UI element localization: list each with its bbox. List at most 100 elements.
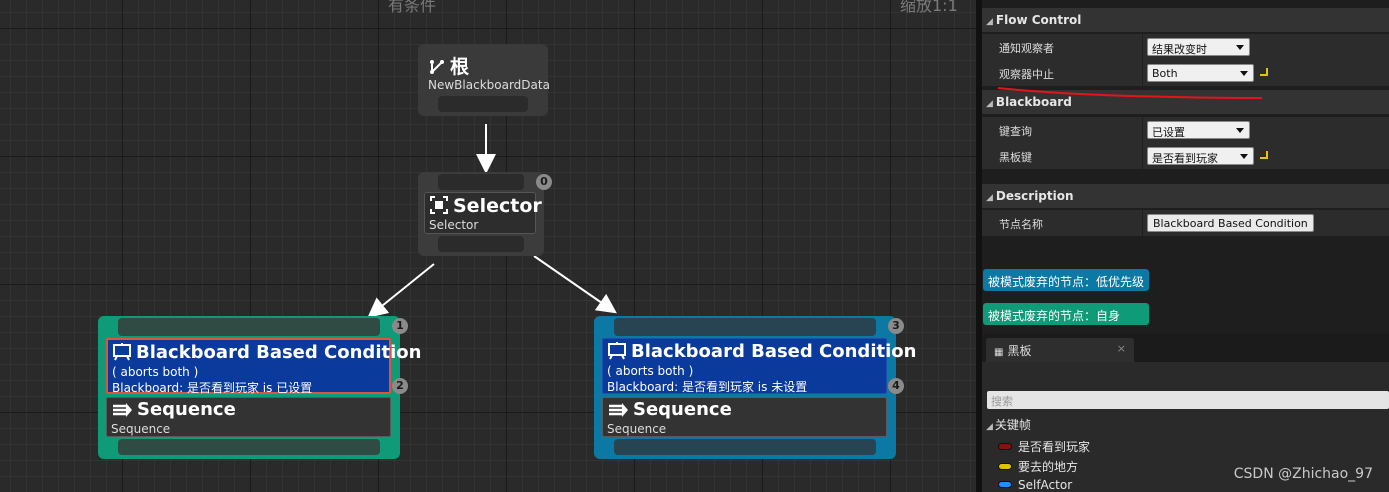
right-sequence-subtitle: Sequence (607, 422, 667, 436)
selector-input-pin[interactable] (438, 174, 524, 190)
left-output-pin[interactable] (118, 439, 380, 455)
blackboard-key-item[interactable]: 是否看到玩家 (998, 438, 1090, 455)
blackboard-icon (113, 343, 131, 361)
right-blackboard-decorator[interactable]: Blackboard Based Condition ( aborts both… (602, 338, 916, 394)
chevron-down-icon (1240, 154, 1248, 159)
left-sequence-subtitle: Sequence (111, 422, 171, 436)
flow-control-header: Flow Control (995, 13, 1082, 27)
root-node-title-wrap: 根 (428, 52, 469, 79)
blackboard-tabstrip: ▦ 黑板 × (982, 334, 1389, 362)
left-sequence-node[interactable]: Blackboard Based Condition ( aborts both… (98, 316, 421, 459)
blackboard-tab-icon: ▦ (994, 347, 1004, 358)
blackboard-search-input[interactable]: 搜索 (987, 391, 1389, 409)
right-decorator-title-wrap: Blackboard Based Condition (607, 341, 916, 362)
keys-section-header[interactable]: ◢ 关键帧 (986, 416, 1031, 433)
column-separator (1142, 60, 1143, 86)
collapse-triangle-icon: ◢ (986, 99, 993, 109)
selector-title-wrap: Selector (429, 195, 542, 217)
right-sequence-title-wrap: Sequence (607, 399, 732, 420)
wire-selector-to-right (533, 255, 617, 314)
vector-key-type-icon (998, 463, 1012, 470)
right-sequence-body: Sequence Sequence (602, 397, 887, 437)
key-query-dropdown[interactable]: 已设置 (1147, 121, 1250, 139)
chevron-down-icon (1236, 128, 1244, 133)
node-name-field[interactable]: Blackboard Based Condition (1147, 214, 1314, 232)
node-name-label: 节点名称 (999, 218, 1043, 231)
right-node-index: 3 (888, 318, 904, 334)
right-decorator-condition: Blackboard: 是否看到玩家 is 未设置 (607, 380, 808, 394)
observer-aborts-dropdown[interactable]: Both (1147, 64, 1254, 82)
root-node-title: 根 (450, 56, 470, 78)
right-sequence-title: Sequence (633, 399, 732, 420)
notify-observer-value: 结果改变时 (1152, 43, 1207, 56)
column-separator (1142, 143, 1143, 169)
blackboard-key-item[interactable]: SelfActor (998, 478, 1072, 492)
reset-to-default-icon[interactable] (1260, 151, 1268, 159)
blackboard-key-row: 黑板键 是否看到玩家 (982, 143, 1389, 169)
key-query-row: 键查询 已设置 (982, 117, 1389, 143)
left-decorator-aborts: ( aborts both ) (112, 365, 199, 379)
right-decorator-aborts: ( aborts both ) (607, 364, 694, 378)
legend-self: 被模式废弃的节点：自身 (983, 303, 1149, 325)
observer-aborts-label: 观察器中止 (999, 68, 1054, 81)
right-input-pin[interactable] (614, 318, 876, 336)
column-separator (1142, 117, 1143, 143)
legend-lower-priority: 被模式废弃的节点：低优先级 (983, 269, 1149, 291)
left-decorator-index: 2 (392, 378, 408, 394)
right-output-pin[interactable] (614, 439, 876, 455)
blackboard-tab[interactable]: ▦ 黑板 × (986, 338, 1134, 362)
collapse-triangle-icon: ◢ (986, 17, 993, 27)
left-sequence-title-wrap: Sequence (111, 399, 236, 420)
close-icon[interactable]: × (1117, 342, 1126, 355)
root-node[interactable]: 根 NewBlackboardData (418, 44, 550, 116)
left-decorator-title: Blackboard Based Condition (136, 342, 422, 363)
collapse-triangle-icon: ◢ (986, 193, 993, 203)
left-decorator-title-wrap: Blackboard Based Condition (112, 342, 421, 363)
blackboard-key-dropdown[interactable]: 是否看到玩家 (1147, 147, 1254, 165)
watermark: CSDN @Zhichao_97 (1233, 466, 1373, 482)
notify-observer-dropdown[interactable]: 结果改变时 (1147, 38, 1250, 56)
selector-output-pin[interactable] (438, 236, 524, 252)
red-annotation-stroke (997, 87, 1263, 99)
reset-to-default-icon[interactable] (1260, 68, 1268, 76)
selector-node[interactable]: Selector Selector (418, 172, 544, 256)
sequence-icon (609, 403, 628, 417)
behavior-tree-graph[interactable]: 有条件 缩放1:1 根 NewBlackboardData Selector S… (0, 0, 976, 492)
root-icon (430, 60, 444, 74)
chevron-down-icon (1236, 45, 1244, 50)
column-separator (1142, 34, 1143, 60)
blackboard-key-item[interactable]: 要去的地方 (998, 458, 1078, 475)
flow-control-category[interactable]: ◢ Flow Control (982, 8, 1389, 32)
key-query-value: 已设置 (1152, 126, 1185, 139)
selector-icon (430, 196, 448, 214)
selector-body: Selector Selector (424, 192, 542, 234)
chevron-down-icon (1240, 71, 1248, 76)
description-header: Description (995, 189, 1074, 203)
selector-execution-index: 0 (536, 174, 552, 190)
left-input-pin[interactable] (118, 318, 380, 336)
right-sequence-node[interactable]: Blackboard Based Condition ( aborts both… (594, 316, 916, 459)
right-decorator-index: 4 (888, 378, 904, 394)
root-node-subtitle: NewBlackboardData (428, 78, 550, 92)
left-node-index: 1 (392, 318, 408, 334)
sequence-icon (113, 403, 132, 417)
wire-selector-to-left (367, 263, 435, 318)
observer-aborts-row: 观察器中止 Both (982, 60, 1389, 86)
left-blackboard-decorator[interactable]: Blackboard Based Condition ( aborts both… (106, 338, 421, 395)
blackboard-key-name: SelfActor (1018, 478, 1073, 492)
blackboard-icon (608, 342, 626, 360)
keys-section-label: 关键帧 (994, 418, 1031, 432)
description-category[interactable]: ◢ Description (982, 184, 1389, 208)
left-decorator-condition: Blackboard: 是否看到玩家 is 已设置 (112, 381, 313, 395)
left-sequence-body: Sequence Sequence (106, 397, 391, 437)
collapse-triangle-icon: ◢ (986, 422, 993, 432)
node-name-row: 节点名称 Blackboard Based Condition (982, 210, 1389, 236)
object-key-type-icon (998, 481, 1012, 488)
bool-key-type-icon (998, 443, 1012, 450)
blackboard-key-name: 是否看到玩家 (1018, 440, 1091, 454)
selector-title: Selector (453, 195, 542, 217)
blackboard-key-value: 是否看到玩家 (1152, 152, 1218, 165)
left-sequence-title: Sequence (137, 399, 236, 420)
right-decorator-title: Blackboard Based Condition (631, 341, 917, 362)
root-output-pin[interactable] (438, 96, 528, 112)
